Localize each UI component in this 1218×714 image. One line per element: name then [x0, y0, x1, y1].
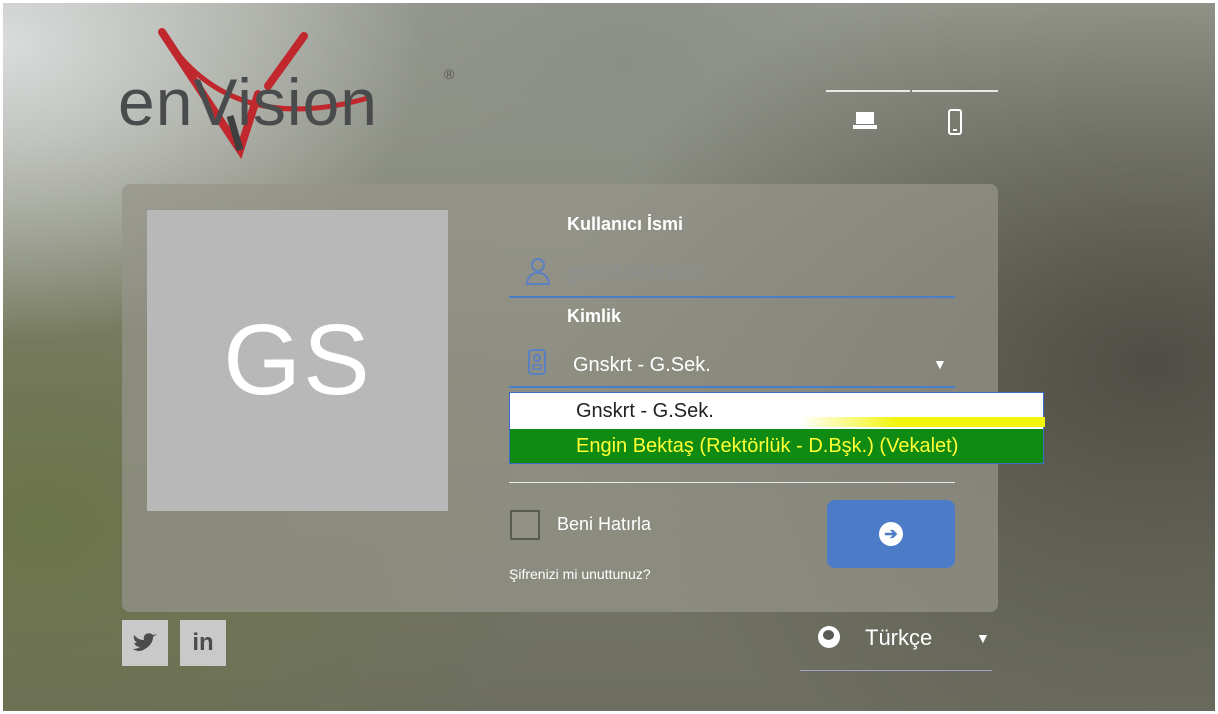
identity-underline — [509, 386, 955, 388]
language-selector[interactable]: Türkçe ▼ — [810, 622, 995, 662]
username-input[interactable] — [566, 257, 946, 287]
device-tab-underline-mobile — [912, 90, 998, 92]
username-label: Kullanıcı İsmi — [567, 214, 684, 234]
marker-highlight — [800, 417, 1045, 427]
envision-logo: enVision ® — [118, 28, 468, 168]
identity-select[interactable]: Gnskrt - G.Sek. — [573, 350, 953, 380]
username-underline — [509, 296, 955, 298]
login-button[interactable]: ➔ — [827, 500, 955, 568]
device-tab-underline-desktop — [826, 90, 910, 92]
mobile-phone-icon[interactable] — [945, 108, 965, 136]
avatar: GS — [147, 210, 448, 511]
password-underline — [509, 482, 955, 483]
remember-me-label[interactable]: Beni Hatırla — [557, 514, 651, 535]
arrow-right-circle-icon: ➔ — [879, 522, 903, 546]
linkedin-button[interactable]: in — [180, 620, 226, 666]
user-icon — [524, 256, 552, 291]
identity-option-selected[interactable]: Engin Bektaş (Rektörlük - D.Bşk.) (Vekal… — [510, 429, 1043, 463]
linkedin-icon: in — [192, 629, 214, 656]
language-label: Türkçe — [865, 625, 933, 650]
forgot-password-link[interactable]: Şifrenizi mi unuttunuz? — [509, 566, 651, 582]
identity-dropdown: Gnskrt - G.Sek. Engin Bektaş (Rektörlük … — [509, 392, 1045, 464]
chevron-down-icon: ▼ — [976, 630, 990, 646]
language-underline — [800, 670, 992, 671]
twitter-button[interactable] — [122, 620, 168, 666]
identity-badge-icon — [524, 346, 550, 383]
logo-text: enVision — [118, 65, 378, 139]
twitter-icon — [133, 633, 157, 651]
chevron-down-icon[interactable]: ▼ — [933, 356, 947, 372]
laptop-icon[interactable] — [852, 108, 878, 132]
identity-label: Kimlik — [567, 306, 622, 326]
globe-icon — [818, 626, 840, 648]
registered-mark: ® — [444, 66, 455, 82]
remember-me-checkbox[interactable] — [510, 510, 540, 540]
